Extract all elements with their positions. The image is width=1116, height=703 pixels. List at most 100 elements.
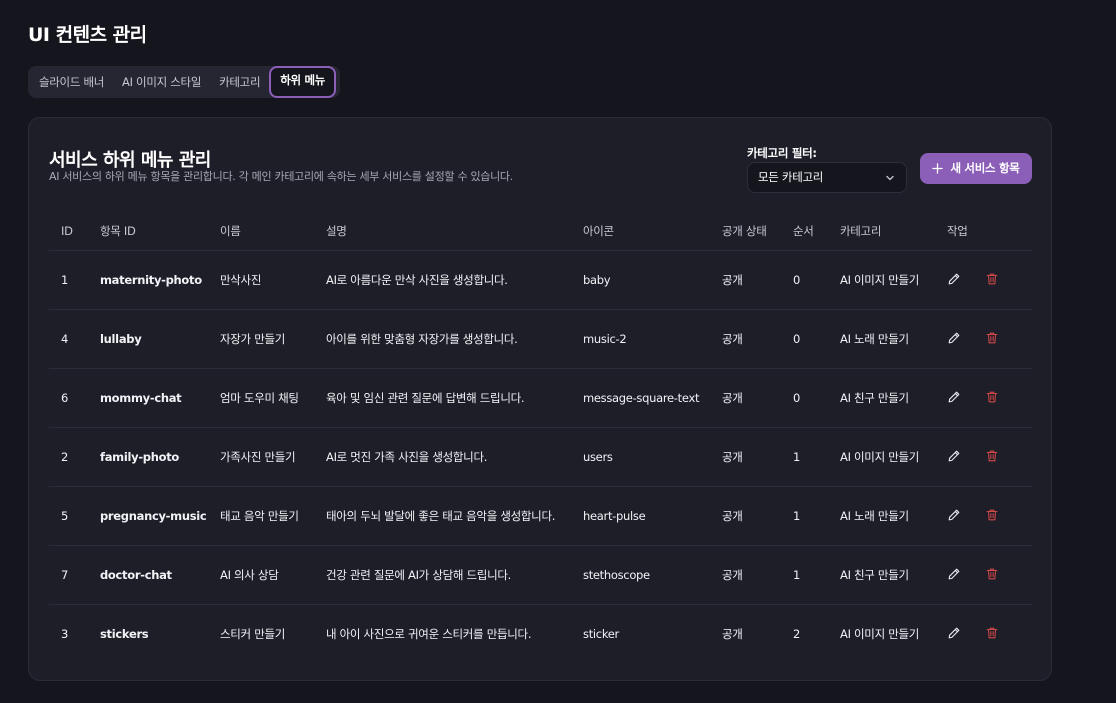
cell-id: 3 bbox=[61, 627, 69, 641]
cell-name: 스티커 만들기 bbox=[220, 627, 286, 641]
tab-ai-image-style[interactable]: AI 이미지 스타일 bbox=[113, 68, 210, 96]
cell-status: 공개 bbox=[710, 250, 781, 310]
pencil-icon bbox=[948, 450, 960, 462]
cell-actions bbox=[935, 250, 1032, 310]
cell-category: AI 이미지 만들기 bbox=[828, 250, 935, 310]
delete-button[interactable] bbox=[985, 626, 1001, 642]
cell-description: AI로 멋진 가족 사진을 생성합니다. bbox=[314, 427, 571, 487]
category-filter-select[interactable]: 모든 카테고리 bbox=[747, 162, 907, 193]
cell-description: AI로 아름다운 만삭 사진을 생성합니다. bbox=[314, 250, 571, 310]
table-row: 1 maternity-photo 만삭사진 AI로 아름다운 만삭 사진을 생… bbox=[49, 250, 1032, 310]
column-header: 이름 bbox=[208, 212, 314, 251]
column-header: 아이콘 bbox=[571, 212, 710, 251]
cell-id: 2 bbox=[49, 427, 88, 487]
cell-order: 0 bbox=[781, 250, 828, 310]
cell-actions bbox=[935, 309, 1032, 369]
cell-category: AI 이미지 만들기 bbox=[840, 627, 920, 641]
column-header: 설명 bbox=[314, 212, 571, 251]
cell-description: 건강 관련 질문에 AI가 상담해 드립니다. bbox=[314, 545, 571, 605]
add-service-button[interactable]: 새 서비스 항목 bbox=[920, 153, 1032, 184]
cell-name: 자장가 만들기 bbox=[208, 309, 314, 369]
cell-category: AI 친구 만들기 bbox=[828, 368, 935, 428]
cell-name: 만삭사진 bbox=[208, 250, 314, 310]
tab-submenu[interactable]: 하위 메뉴 bbox=[269, 66, 337, 98]
cell-item-id: lullaby bbox=[88, 309, 208, 369]
trash-icon bbox=[986, 509, 998, 521]
cell-status: 공개 bbox=[710, 427, 781, 487]
trash-icon bbox=[986, 627, 998, 639]
pencil-icon bbox=[948, 568, 960, 580]
delete-button[interactable] bbox=[985, 390, 1001, 406]
column-header: ID bbox=[49, 212, 88, 251]
cell-actions bbox=[935, 368, 1032, 428]
cell-name: AI 의사 상담 bbox=[208, 545, 314, 605]
edit-button[interactable] bbox=[947, 508, 963, 524]
cell-status: 공개 bbox=[710, 486, 781, 546]
edit-button[interactable] bbox=[947, 449, 963, 465]
table-row: 7 doctor-chat AI 의사 상담 건강 관련 질문에 AI가 상담해… bbox=[49, 545, 1032, 605]
column-header: 카테고리 bbox=[828, 212, 935, 251]
pencil-icon bbox=[948, 509, 960, 521]
cell-actions bbox=[935, 545, 1032, 605]
tab-slide-banner[interactable]: 슬라이드 배너 bbox=[30, 68, 113, 96]
cell-id: 1 bbox=[49, 250, 88, 310]
pencil-icon bbox=[948, 627, 960, 639]
cell-item-id: stickers bbox=[100, 627, 149, 641]
submenu-table: ID 항목 ID 이름 설명 아이콘 공개 상태 순서 카테고리 작업 1 ma… bbox=[49, 212, 1032, 663]
cell-order: 1 bbox=[781, 545, 828, 605]
trash-icon bbox=[986, 568, 998, 580]
table-row: 6 mommy-chat 엄마 도우미 채팅 육아 및 임신 관련 질문에 답변… bbox=[49, 368, 1032, 428]
tab-category[interactable]: 카테고리 bbox=[210, 68, 269, 96]
cell-status: 공개 bbox=[722, 627, 743, 641]
cell-actions bbox=[935, 605, 1032, 664]
edit-button[interactable] bbox=[947, 626, 963, 642]
cell-id: 7 bbox=[49, 545, 88, 605]
delete-button[interactable] bbox=[985, 449, 1001, 465]
trash-icon bbox=[986, 332, 998, 344]
column-header: 작업 bbox=[935, 212, 1032, 251]
cell-icon-name: users bbox=[571, 427, 710, 487]
cell-item-id: doctor-chat bbox=[88, 545, 208, 605]
pencil-icon bbox=[948, 273, 960, 285]
edit-button[interactable] bbox=[947, 567, 963, 583]
category-filter-value: 모든 카테고리 bbox=[758, 170, 824, 184]
cell-name: 태교 음악 만들기 bbox=[208, 486, 314, 546]
submenu-card: 서비스 하위 메뉴 관리 AI 서비스의 하위 메뉴 항목을 관리합니다. 각 … bbox=[28, 117, 1052, 681]
cell-id: 6 bbox=[49, 368, 88, 428]
table-row: 3 stickers 스티커 만들기 내 아이 사진으로 귀여운 스티커를 만듭… bbox=[49, 605, 1032, 664]
delete-button[interactable] bbox=[985, 567, 1001, 583]
cell-category: AI 이미지 만들기 bbox=[828, 427, 935, 487]
cell-order: 1 bbox=[781, 486, 828, 546]
cell-category: AI 노래 만들기 bbox=[828, 309, 935, 369]
cell-id: 4 bbox=[49, 309, 88, 369]
table-header-row: ID 항목 ID 이름 설명 아이콘 공개 상태 순서 카테고리 작업 bbox=[49, 212, 1032, 251]
table-row: 4 lullaby 자장가 만들기 아이를 위한 맞춤형 자장가를 생성합니다.… bbox=[49, 309, 1032, 369]
page-title: UI 컨텐츠 관리 bbox=[28, 24, 147, 46]
column-header: 공개 상태 bbox=[710, 212, 781, 251]
cell-item-id: mommy-chat bbox=[88, 368, 208, 428]
cell-description: 태아의 두뇌 발달에 좋은 태교 음악을 생성합니다. bbox=[314, 486, 571, 546]
pencil-icon bbox=[948, 391, 960, 403]
edit-button[interactable] bbox=[947, 390, 963, 406]
cell-category: AI 친구 만들기 bbox=[828, 545, 935, 605]
cell-actions bbox=[935, 427, 1032, 487]
delete-button[interactable] bbox=[985, 508, 1001, 524]
cell-name: 가족사진 만들기 bbox=[208, 427, 314, 487]
cell-icon-name: music-2 bbox=[571, 309, 710, 369]
edit-button[interactable] bbox=[947, 272, 963, 288]
trash-icon bbox=[986, 391, 998, 403]
tab-bar: 슬라이드 배너 AI 이미지 스타일 카테고리 하위 메뉴 bbox=[28, 66, 340, 98]
cell-description: 내 아이 사진으로 귀여운 스티커를 만듭니다. bbox=[326, 627, 532, 641]
chevron-down-icon bbox=[886, 175, 894, 181]
cell-status: 공개 bbox=[710, 309, 781, 369]
cell-icon-name: stethoscope bbox=[571, 545, 710, 605]
cell-icon-name: sticker bbox=[583, 627, 619, 641]
cell-order: 0 bbox=[781, 309, 828, 369]
edit-button[interactable] bbox=[947, 331, 963, 347]
cell-order: 0 bbox=[781, 368, 828, 428]
delete-button[interactable] bbox=[985, 331, 1001, 347]
cell-item-id: maternity-photo bbox=[88, 250, 208, 310]
delete-button[interactable] bbox=[985, 272, 1001, 288]
trash-icon bbox=[986, 273, 998, 285]
cell-description: 육아 및 임신 관련 질문에 답변해 드립니다. bbox=[314, 368, 571, 428]
